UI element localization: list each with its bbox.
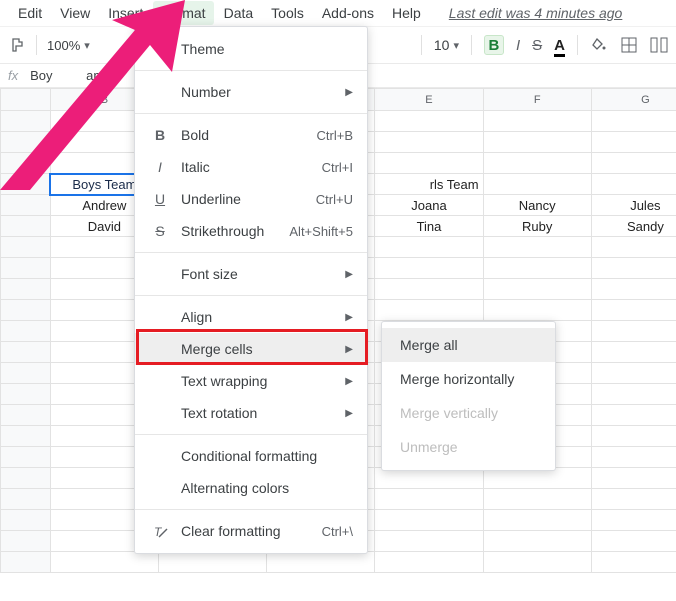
- row-header[interactable]: [1, 153, 51, 174]
- menu-theme[interactable]: Theme: [135, 33, 367, 65]
- underline-icon: U: [151, 190, 169, 208]
- row-header[interactable]: [1, 195, 51, 216]
- menu-align[interactable]: Align ▶: [135, 301, 367, 333]
- submenu-arrow-icon: ▶: [345, 87, 353, 98]
- zoom-dropdown[interactable]: 100% ▾: [47, 38, 90, 53]
- submenu-arrow-icon: ▶: [345, 312, 353, 323]
- menu-merge-horizontally[interactable]: Merge horizontally: [382, 362, 555, 396]
- svg-text:T: T: [154, 525, 163, 539]
- menu-view[interactable]: View: [52, 1, 98, 25]
- menu-data[interactable]: Data: [216, 1, 262, 25]
- row-header[interactable]: [1, 132, 51, 153]
- cell[interactable]: Nancy: [483, 195, 591, 216]
- chevron-down-icon: ▾: [84, 39, 90, 52]
- cell[interactable]: Jules: [591, 195, 676, 216]
- italic-icon: I: [151, 158, 169, 176]
- cell[interactable]: Tina: [375, 216, 483, 237]
- menu-text-rotation[interactable]: Text rotation ▶: [135, 397, 367, 429]
- menu-addons[interactable]: Add-ons: [314, 1, 382, 25]
- col-header-e[interactable]: E: [375, 89, 483, 111]
- borders-button[interactable]: [620, 36, 638, 54]
- merge-submenu: Merge all Merge horizontally Merge verti…: [381, 321, 556, 471]
- menu-merge-cells[interactable]: Merge cells ▶: [135, 333, 367, 365]
- menu-strikethrough[interactable]: S Strikethrough Alt+Shift+5: [135, 215, 367, 247]
- menu-text-wrapping[interactable]: Text wrapping ▶: [135, 365, 367, 397]
- cell[interactable]: Sandy: [591, 216, 676, 237]
- menu-help[interactable]: Help: [384, 1, 429, 25]
- menu-conditional-formatting[interactable]: Conditional formatting: [135, 440, 367, 472]
- row-header[interactable]: [1, 111, 51, 132]
- text-color-button[interactable]: A: [554, 37, 565, 54]
- chevron-down-icon: ▾: [453, 39, 459, 52]
- italic-button[interactable]: I: [516, 37, 520, 54]
- menu-number[interactable]: Number ▶: [135, 76, 367, 108]
- menu-insert[interactable]: Insert: [100, 1, 151, 25]
- menu-bold[interactable]: B Bold Ctrl+B: [135, 119, 367, 151]
- merge-button[interactable]: [650, 36, 668, 54]
- clear-format-icon: T: [151, 522, 169, 540]
- menu-format[interactable]: Format: [153, 1, 213, 25]
- font-size-dropdown[interactable]: 10 ▾: [434, 37, 459, 53]
- fx-label: fx: [8, 68, 18, 83]
- menu-alternating-colors[interactable]: Alternating colors: [135, 472, 367, 504]
- format-dropdown: Theme Number ▶ B Bold Ctrl+B I Italic Ct…: [134, 26, 368, 554]
- cell-girls-team-header[interactable]: [483, 174, 591, 195]
- menu-merge-vertically: Merge vertically: [382, 396, 555, 430]
- last-edit-link[interactable]: Last edit was 4 minutes ago: [449, 5, 623, 21]
- cell[interactable]: Ruby: [483, 216, 591, 237]
- cell[interactable]: Joana: [375, 195, 483, 216]
- submenu-arrow-icon: ▶: [345, 344, 353, 355]
- submenu-arrow-icon: ▶: [345, 408, 353, 419]
- fill-color-button[interactable]: [590, 36, 608, 54]
- font-size-value: 10: [434, 37, 450, 53]
- menu-italic[interactable]: I Italic Ctrl+I: [135, 151, 367, 183]
- menubar: Edit View Insert Format Data Tools Add-o…: [0, 0, 676, 26]
- menu-edit[interactable]: Edit: [10, 1, 50, 25]
- cell-girls-team-header[interactable]: [591, 174, 676, 195]
- submenu-arrow-icon: ▶: [345, 376, 353, 387]
- row-header[interactable]: [1, 216, 51, 237]
- bold-button[interactable]: B: [484, 35, 504, 55]
- formula-cell-content[interactable]: Boy am: [30, 68, 104, 83]
- row-header[interactable]: [1, 174, 51, 195]
- cell-girls-team-header[interactable]: rls Team: [375, 174, 483, 195]
- menu-underline[interactable]: U Underline Ctrl+U: [135, 183, 367, 215]
- menu-font-size[interactable]: Font size ▶: [135, 258, 367, 290]
- col-header-f[interactable]: F: [483, 89, 591, 111]
- strike-icon: S: [151, 222, 169, 240]
- strikethrough-button[interactable]: S: [532, 37, 542, 54]
- bold-icon: B: [151, 126, 169, 144]
- menu-clear-formatting[interactable]: T Clear formatting Ctrl+\: [135, 515, 367, 547]
- menu-tools[interactable]: Tools: [263, 1, 312, 25]
- zoom-value: 100%: [47, 38, 80, 53]
- corner-cell[interactable]: [1, 89, 51, 111]
- submenu-arrow-icon: ▶: [345, 269, 353, 280]
- menu-unmerge: Unmerge: [382, 430, 555, 464]
- menu-merge-all[interactable]: Merge all: [382, 328, 555, 362]
- paint-format-icon[interactable]: [8, 36, 26, 54]
- col-header-g[interactable]: G: [591, 89, 676, 111]
